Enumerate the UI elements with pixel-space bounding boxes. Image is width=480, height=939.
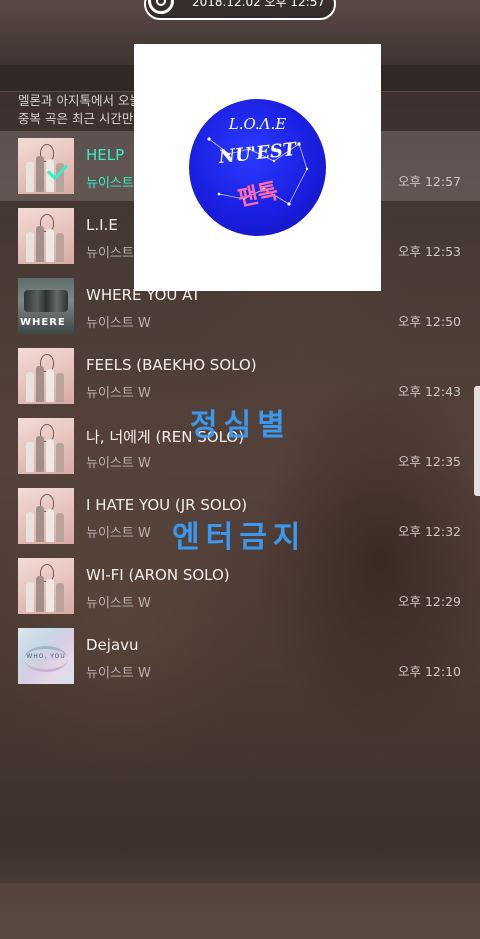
song-artist: 뉴이스트 W [86,316,151,331]
album-cover [18,418,74,474]
record-icon [148,0,174,14]
cover-figure [36,436,44,472]
song-artist: 뉴이스트 W [86,666,151,681]
cover-figure [46,509,54,542]
song-time: 오후 12:35 [398,454,461,469]
album-cover [18,138,74,194]
song-time: 오후 12:43 [398,384,461,399]
cover-figure [36,156,44,192]
info-line-1: 멜론과 아지톡에서 오늘 [18,93,141,108]
info-notice: 멜론과 아지톡에서 오늘 중복 곡은 최근 시간만 [18,92,141,128]
cover-figure [36,226,44,262]
song-title: L.I.E [86,216,118,234]
song-artist: 뉴이스트 W [86,596,151,611]
song-title: FEELS (BAEKHO SOLO) [86,356,257,374]
song-title: WI-FI (ARON SOLO) [86,566,230,584]
cover-figure [26,232,34,262]
overlay-text-2: 엔터금지 [172,520,307,555]
cover-figure [26,582,34,612]
cover-figure [56,513,64,542]
song-artist: 뉴이스트 W [86,386,151,401]
cover-figure [36,366,44,402]
bottom-bar [0,883,480,939]
song-title: Dejavu [86,636,139,654]
cover-figure [46,579,54,612]
song-time: 오후 12:29 [398,594,461,609]
song-row-aron-solo[interactable]: WI-FI (ARON SOLO) 뉴이스트 W 오후 12:29 [0,551,480,621]
album-cover [18,488,74,544]
album-cover [18,348,74,404]
fan-talk-logo-image: L.O.Λ.E NU'EST 팬톡 [134,44,381,291]
song-row-dejavu[interactable]: WHO, YOU Dejavu 뉴이스트 W 오후 12:10 [0,621,480,691]
song-artist: 뉴이스트 W [86,526,151,541]
cover-figure [46,439,54,472]
cover-figure [36,576,44,612]
album-cover [18,558,74,614]
overlay-text-1: 정심별 [190,408,291,443]
status-timestamp: 2018.12.02 오후 12:57 [192,0,325,9]
song-title: HELP [86,146,125,164]
song-time: 오후 12:32 [398,524,461,539]
song-time: 오후 12:10 [398,664,461,679]
album-cover [18,208,74,264]
fan-talk-badge: L.O.Λ.E NU'EST 팬톡 [189,99,326,236]
album-cover: WHERE [18,278,74,334]
cover-photo [24,290,68,312]
album-cover: WHO, YOU [18,628,74,684]
cover-figure [56,443,64,472]
cover-figure [46,369,54,402]
scroll-handle[interactable] [474,386,480,496]
song-artist: 뉴이스트 W [86,456,151,471]
cover-word: WHERE [20,317,66,328]
info-line-2: 중복 곡은 최근 시간만 [18,111,134,126]
cover-figure [56,233,64,262]
cover-figure [36,506,44,542]
song-time: 오후 12:50 [398,314,461,329]
cover-word: WHO, YOU [26,653,66,660]
cover-figure [26,442,34,472]
cover-figure [46,229,54,262]
cover-figure [26,162,34,192]
song-time: 오후 12:53 [398,244,461,259]
song-artist: 뉴이스트 [86,176,134,191]
screen-record-pill[interactable]: 2018.12.02 오후 12:57 [144,0,336,20]
cover-figure [56,583,64,612]
cover-figure [26,512,34,542]
cover-figure [56,373,64,402]
cover-figure [26,372,34,402]
song-time: 오후 12:57 [398,174,461,189]
badge-line-1: L.O.Λ.E [228,115,287,133]
